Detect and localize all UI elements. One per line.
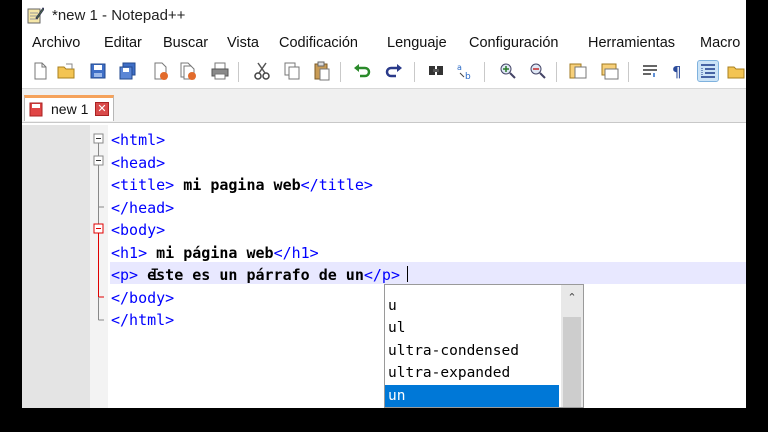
fold-markers: [93, 133, 104, 321]
sync-vertical-icon[interactable]: [568, 61, 588, 81]
undo-icon[interactable]: [352, 61, 372, 81]
menu-vista[interactable]: Vista: [227, 35, 259, 51]
html-tag: <p>: [111, 266, 139, 284]
menu-archivo[interactable]: Archivo: [32, 35, 80, 51]
menu-macro[interactable]: Macro: [700, 35, 740, 51]
toolbar-separator: [628, 62, 629, 82]
zoom-out-icon[interactable]: [528, 61, 548, 81]
code-line: <body>: [111, 221, 165, 239]
toolbar: ab ¶: [22, 56, 746, 89]
replace-icon[interactable]: ab: [456, 61, 476, 81]
menu-herramientas[interactable]: Herramientas: [588, 35, 675, 51]
code-line: </html>: [111, 311, 174, 329]
autocomplete-option[interactable]: ul: [385, 317, 559, 339]
html-tag: <html>: [111, 131, 166, 149]
svg-text:a: a: [457, 63, 462, 72]
redo-icon[interactable]: [384, 61, 404, 81]
html-tag: </head>: [111, 198, 175, 217]
line-number-gutter: [22, 125, 90, 408]
folder-view-icon[interactable]: [726, 61, 746, 81]
show-all-chars-icon[interactable]: ¶: [668, 61, 688, 81]
autocomplete-option[interactable]: ultra-expanded: [385, 362, 559, 384]
toolbar-separator: [414, 62, 415, 82]
menu-configuracion[interactable]: Configuración: [469, 35, 558, 51]
tab-new-1[interactable]: new 1 ✕: [24, 95, 114, 121]
code-line: <title> mi pagina web</title>: [111, 176, 373, 194]
menu-lenguaje[interactable]: Lenguaje: [387, 35, 447, 51]
autocomplete-scrollbar[interactable]: ⌃: [561, 285, 583, 407]
html-tag: </h1>: [273, 243, 319, 262]
code-line: </body>: [111, 289, 174, 307]
autocomplete-option[interactable]: u: [385, 295, 559, 317]
close-tab-icon[interactable]: ✕: [95, 102, 109, 116]
sync-horizontal-icon[interactable]: [600, 61, 620, 81]
menu-bar: Archivo Editar Buscar Vista Codificación…: [22, 33, 746, 55]
toolbar-separator: [484, 62, 485, 82]
close-all-icon[interactable]: [178, 61, 198, 81]
print-icon[interactable]: [210, 61, 230, 81]
code-line: <html>: [111, 131, 165, 149]
title-bar: *new 1 - Notepad++: [22, 0, 746, 33]
html-tag: <h1>: [111, 243, 148, 262]
word-wrap-icon[interactable]: [640, 61, 660, 81]
code-line: <h1> mi página web</h1>: [111, 244, 319, 262]
autocomplete-option[interactable]: ultra-condensed: [385, 340, 559, 362]
autocomplete-option-selected[interactable]: un: [385, 385, 559, 407]
save-all-icon[interactable]: [118, 61, 138, 81]
text-caret: [407, 266, 408, 282]
copy-icon[interactable]: [282, 61, 302, 81]
toolbar-separator: [238, 62, 239, 82]
tab-bar: new 1 ✕: [22, 89, 746, 123]
menu-editar[interactable]: Editar: [104, 35, 142, 51]
menu-buscar[interactable]: Buscar: [163, 35, 208, 51]
code-line: <head>: [111, 154, 165, 172]
zoom-in-icon[interactable]: [498, 61, 518, 81]
autocomplete-list[interactable]: u ul ultra-condensed ultra-expanded un ⌃: [384, 284, 584, 408]
html-tag: </body>: [111, 288, 175, 307]
html-tag: </p>: [363, 266, 400, 284]
indent-guide-icon[interactable]: [697, 60, 719, 82]
svg-text:¶: ¶: [672, 63, 682, 81]
save-icon[interactable]: [88, 61, 108, 81]
cut-icon[interactable]: [252, 61, 272, 81]
html-tag: </html>: [111, 311, 175, 329]
new-file-icon[interactable]: [30, 61, 50, 81]
html-tag: </title>: [300, 176, 373, 194]
html-tag: <title>: [111, 176, 175, 194]
text-content: este es un párrafo de un: [138, 266, 364, 284]
window-title: *new 1 - Notepad++: [52, 7, 186, 24]
open-folder-icon[interactable]: [56, 61, 76, 81]
close-icon[interactable]: [150, 61, 170, 81]
tab-label: new 1: [51, 101, 89, 117]
text-content: mi página web: [147, 243, 274, 262]
notepadpp-window: *new 1 - Notepad++ Archivo Editar Buscar…: [22, 0, 746, 408]
scrollbar-thumb[interactable]: [563, 317, 581, 407]
notepadpp-app-icon: [27, 7, 44, 24]
toolbar-separator: [556, 62, 557, 82]
find-icon[interactable]: [426, 61, 446, 81]
paste-icon[interactable]: [312, 61, 332, 81]
ibeam-cursor-icon: I: [150, 265, 160, 284]
fold-margin: [90, 125, 108, 408]
menu-codificacion[interactable]: Codificación: [279, 35, 358, 51]
toolbar-separator: [340, 62, 341, 82]
html-tag: <head>: [111, 153, 166, 172]
text-content: mi pagina web: [174, 176, 301, 194]
html-tag: <body>: [111, 221, 166, 239]
unsaved-file-icon: [29, 102, 43, 117]
svg-text:b: b: [465, 72, 471, 81]
scroll-up-icon[interactable]: ⌃: [565, 291, 579, 305]
code-line: </head>: [111, 199, 174, 217]
